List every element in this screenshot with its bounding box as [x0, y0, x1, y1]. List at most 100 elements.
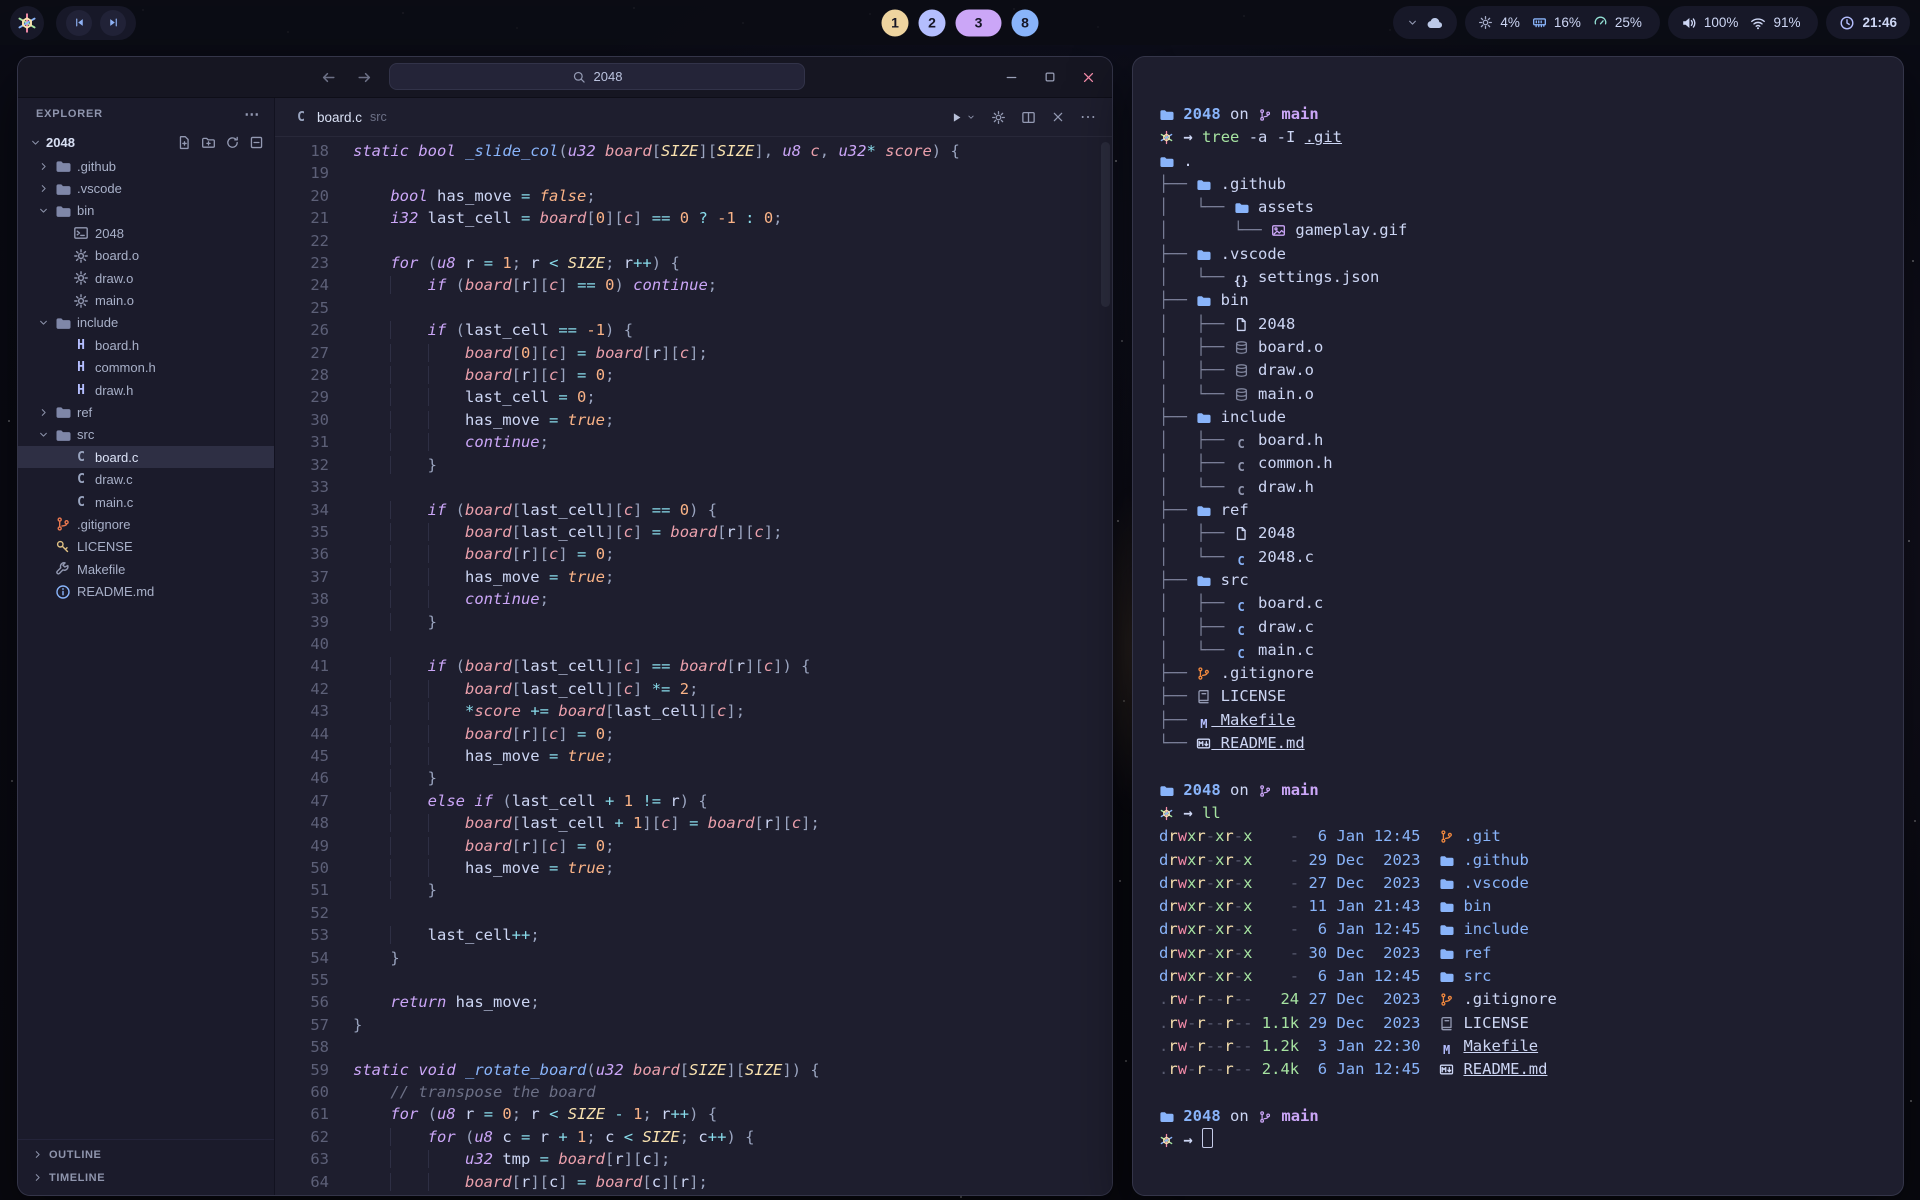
- audio-network-widget[interactable]: 100% 91%: [1668, 6, 1819, 39]
- explorer-item-.gitignore[interactable]: .gitignore: [18, 513, 274, 535]
- app-launcher-button[interactable]: [10, 6, 44, 40]
- image-icon: [1271, 223, 1286, 238]
- code-line: 62 for (u8 c = r + 1; c < SIZE; c++) {: [275, 1126, 1112, 1148]
- terminal-window[interactable]: 2048 on main → tree -a -I .git .├── .git…: [1132, 56, 1904, 1196]
- terminal-tree-line: .: [1159, 150, 1889, 173]
- refresh-button[interactable]: [225, 135, 240, 150]
- disk-usage: 25%: [1615, 15, 1642, 30]
- terminal-tree-line: │ └── C main.c: [1159, 639, 1889, 662]
- code-line: 31 continue;: [275, 431, 1112, 453]
- workspace-8[interactable]: 8: [1012, 9, 1039, 36]
- window-controls: [1004, 57, 1096, 97]
- titlebar-search[interactable]: 2048: [389, 63, 805, 90]
- cbadge-icon: C: [1234, 553, 1249, 568]
- workspace-3[interactable]: 3: [956, 9, 1002, 36]
- folder-icon: [1159, 1109, 1174, 1124]
- workspace-1[interactable]: 1: [882, 9, 909, 36]
- terminal-tree-line: ├── LICENSE: [1159, 685, 1889, 708]
- explorer-item-main.c[interactable]: Cmain.c: [18, 491, 274, 513]
- new-file-button[interactable]: [177, 135, 192, 150]
- minimize-button[interactable]: [1004, 70, 1019, 85]
- memory-usage: 16%: [1554, 15, 1581, 30]
- explorer-item-board.c[interactable]: Cboard.c: [18, 446, 274, 468]
- settings-gear-icon[interactable]: [991, 110, 1006, 125]
- more-actions-button[interactable]: ⋯: [1080, 107, 1096, 127]
- folder-icon: [1439, 922, 1454, 937]
- maximize-button[interactable]: [1043, 70, 1057, 84]
- explorer-item-draw.h[interactable]: Hdraw.h: [18, 379, 274, 401]
- code-line: 18static bool _slide_col(u32 board[SIZE]…: [275, 140, 1112, 162]
- folder-icon: [1439, 853, 1454, 868]
- new-folder-button[interactable]: [201, 135, 216, 150]
- code-line: 40: [275, 633, 1112, 655]
- terminal-tree-line: └── README.md: [1159, 732, 1889, 755]
- workspace-2[interactable]: 2: [919, 9, 946, 36]
- explorer-item-draw.c[interactable]: Cdraw.c: [18, 468, 274, 490]
- explorer-item-ref[interactable]: ref: [18, 401, 274, 423]
- terminal-prompt-line: 2048 on main: [1159, 103, 1889, 126]
- nav-back-button[interactable]: [320, 57, 337, 97]
- system-stats-widget[interactable]: 4% 16% 25%: [1465, 6, 1660, 39]
- weather-widget[interactable]: [1393, 6, 1457, 39]
- explorer-item-common.h[interactable]: Hcommon.h: [18, 357, 274, 379]
- panel-outline[interactable]: OUTLINE: [18, 1143, 274, 1166]
- media-prev-button[interactable]: [66, 10, 92, 36]
- terminal-tree-line: ├── include: [1159, 406, 1889, 429]
- explorer-project-row[interactable]: 2048: [18, 130, 274, 155]
- media-next-button[interactable]: [100, 10, 126, 36]
- run-file-button[interactable]: [949, 110, 976, 125]
- explorer-item-bin[interactable]: bin: [18, 200, 274, 222]
- nav-forward-button[interactable]: [356, 57, 373, 97]
- collapse-all-button[interactable]: [249, 135, 264, 150]
- terminal-list-line: drwxr-xr-x - 6 Jan 12:45 src: [1159, 965, 1889, 988]
- cbadge-icon: C: [1234, 437, 1249, 452]
- code-area[interactable]: 18static bool _slide_col(u32 board[SIZE]…: [275, 137, 1112, 1195]
- snow-icon: [1159, 1133, 1174, 1148]
- cbadge-icon: C: [1234, 623, 1249, 638]
- explorer-item-board.o[interactable]: board.o: [18, 245, 274, 267]
- explorer-header: EXPLORER: [36, 108, 103, 120]
- explorer-item-Makefile[interactable]: Makefile: [18, 558, 274, 580]
- editor-scrollbar[interactable]: [1101, 142, 1110, 307]
- clock-time: 21:46: [1862, 15, 1897, 30]
- terminal-list-line: drwxr-xr-x - 27 Dec 2023 .vscode: [1159, 872, 1889, 895]
- db-icon: [1234, 363, 1249, 378]
- explorer-item-README.md[interactable]: README.md: [18, 580, 274, 602]
- mfile-icon: M: [1439, 1042, 1454, 1057]
- terminal-cursor: [1202, 1128, 1213, 1148]
- terminal-prompt-line: 2048 on main: [1159, 1105, 1889, 1128]
- explorer-more-icon[interactable]: ⋯: [244, 105, 260, 123]
- tab-board-c[interactable]: C board.c src: [275, 98, 405, 136]
- clock-icon: [1839, 15, 1855, 31]
- code-line: 28 board[r][c] = 0;: [275, 364, 1112, 386]
- close-tab-button[interactable]: [1051, 110, 1065, 124]
- explorer-item-2048[interactable]: 2048: [18, 222, 274, 244]
- code-line: 46 }: [275, 767, 1112, 789]
- code-line: 21 i32 last_cell = board[0][c] == 0 ? -1…: [275, 207, 1112, 229]
- explorer-item-draw.o[interactable]: draw.o: [18, 267, 274, 289]
- explorer-item-src[interactable]: src: [18, 424, 274, 446]
- close-button[interactable]: [1081, 70, 1096, 85]
- explorer-item-LICENSE[interactable]: LICENSE: [18, 536, 274, 558]
- explorer-item-include[interactable]: include: [18, 312, 274, 334]
- explorer-item-.github[interactable]: .github: [18, 155, 274, 177]
- chevR-icon: [38, 407, 49, 418]
- clock-widget[interactable]: 21:46: [1826, 6, 1910, 39]
- memory-icon: [1532, 15, 1547, 30]
- panel-timeline[interactable]: TIMELINE: [18, 1166, 274, 1189]
- explorer-item-board.h[interactable]: Hboard.h: [18, 334, 274, 356]
- disk-icon: [1593, 15, 1608, 30]
- cpu-icon: [1478, 15, 1493, 30]
- folder-icon: [1196, 503, 1211, 518]
- wrench-icon: [55, 561, 71, 577]
- chevD-icon: [38, 317, 49, 328]
- code-line: 56 return has_move;: [275, 991, 1112, 1013]
- explorer-item-.vscode[interactable]: .vscode: [18, 177, 274, 199]
- editor-titlebar: 2048: [18, 57, 1112, 98]
- cbadge-icon: C: [1234, 460, 1249, 475]
- folder-icon: [55, 427, 71, 443]
- split-editor-button[interactable]: [1021, 110, 1036, 125]
- explorer-item-main.o[interactable]: main.o: [18, 289, 274, 311]
- arrow-left-icon: [320, 69, 337, 86]
- terminal-tree-line: │ └── C draw.h: [1159, 476, 1889, 499]
